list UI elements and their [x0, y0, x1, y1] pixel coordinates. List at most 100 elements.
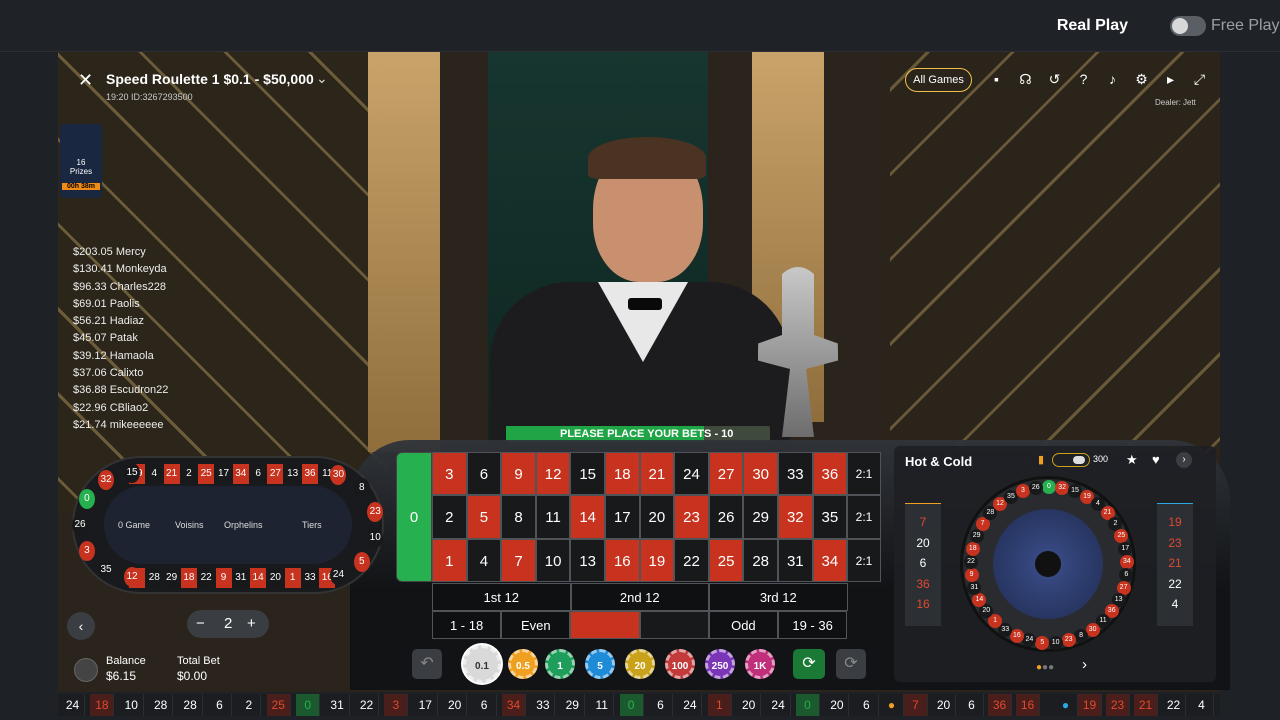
racetrack-number[interactable]: 18 [180, 568, 197, 588]
racetrack-number[interactable]: 6 [250, 464, 267, 484]
history-icon[interactable]: ↺ [1040, 71, 1069, 88]
racetrack-number[interactable]: 32 [98, 469, 114, 490]
next-arrow[interactable]: › [1082, 656, 1087, 673]
bet-number-12[interactable]: 12 [535, 452, 571, 496]
racetrack-number[interactable]: 13 [284, 464, 301, 484]
bet-outside-3[interactable] [570, 611, 640, 639]
bet-dozen-1[interactable]: 1st 12 [432, 583, 571, 611]
close-icon[interactable]: ✕ [78, 70, 93, 91]
racetrack-number[interactable]: 22 [198, 568, 215, 588]
bet-number-15[interactable]: 15 [570, 452, 605, 496]
bet-number-29[interactable]: 29 [743, 495, 778, 539]
bet-number-32[interactable]: 32 [778, 495, 813, 539]
bet-outside-5[interactable]: Odd [708, 611, 778, 639]
racetrack-number[interactable]: 28 [146, 568, 163, 588]
minus-button[interactable]: − [196, 615, 205, 632]
bet-number-1[interactable]: 1 [432, 538, 467, 582]
bet-number-18[interactable]: 18 [605, 452, 640, 496]
racetrack-number[interactable]: 14 [250, 568, 267, 588]
racetrack-number[interactable]: 36 [302, 464, 318, 484]
racetrack-number[interactable]: 29 [163, 568, 180, 588]
racetrack-number[interactable]: 17 [215, 464, 232, 484]
racetrack-number[interactable]: 15 [124, 463, 140, 483]
chevron-down-icon[interactable]: ⌄ [316, 70, 328, 87]
racetrack-number[interactable]: 4 [146, 464, 163, 484]
bet-number-25[interactable]: 25 [708, 538, 744, 582]
chip-0.1[interactable]: 0.1 [463, 645, 501, 683]
racetrack-number[interactable]: 8 [353, 478, 370, 499]
bet-number-21[interactable]: 21 [639, 452, 675, 496]
racetrack-section-4[interactable]: Tiers [302, 520, 322, 530]
settings-icon[interactable]: ⚙ [1127, 71, 1156, 88]
racetrack-number[interactable]: 9 [215, 568, 232, 588]
rebet-button[interactable]: ⟳ [793, 649, 825, 679]
chip-250[interactable]: 250 [705, 649, 735, 679]
play-mode-toggle[interactable] [1170, 16, 1206, 36]
racetrack-number[interactable]: 26 [72, 515, 88, 535]
bet-column-1[interactable]: 2:1 [847, 452, 881, 496]
plus-button[interactable]: + [247, 615, 256, 632]
free-play-label[interactable]: Free Play [1211, 17, 1279, 35]
bet-outside-2[interactable]: Even [501, 611, 571, 639]
racetrack-number[interactable]: 21 [163, 464, 180, 484]
racetrack-section-1[interactable]: 0 Game [118, 520, 150, 530]
racetrack-section-3[interactable]: Orphelins [224, 520, 263, 530]
bet-number-11[interactable]: 11 [535, 495, 571, 539]
help-icon[interactable]: ? [1069, 71, 1098, 87]
bet-number-6[interactable]: 6 [466, 452, 502, 496]
racetrack-number[interactable]: 2 [180, 464, 197, 484]
bet-number-35[interactable]: 35 [812, 495, 848, 539]
racetrack-number[interactable]: 34 [232, 464, 249, 484]
promo-badge[interactable]: 16 Prizes 00h 38m [60, 124, 102, 198]
racetrack-number[interactable]: 33 [302, 568, 318, 588]
racetrack-section-2[interactable]: Voisins [175, 520, 204, 530]
racetrack-number[interactable]: 0 [78, 489, 95, 509]
bet-number-20[interactable]: 20 [639, 495, 675, 539]
racetrack-number[interactable]: 5 [353, 551, 370, 572]
bet-zero[interactable]: 0 [396, 452, 432, 582]
bet-number-3[interactable]: 3 [432, 452, 467, 496]
chip-100[interactable]: 100 [665, 649, 695, 679]
racetrack-number[interactable]: 1 [284, 568, 301, 588]
racetrack-number[interactable]: 27 [267, 464, 284, 484]
bet-outside-6[interactable]: 19 - 36 [778, 611, 848, 639]
bet-number-33[interactable]: 33 [778, 452, 813, 496]
bet-number-8[interactable]: 8 [501, 495, 536, 539]
bet-dozen-3[interactable]: 3rd 12 [709, 583, 848, 611]
star-icon[interactable]: ★ [1126, 452, 1138, 468]
bet-number-16[interactable]: 16 [605, 538, 640, 582]
double-button[interactable]: ⟳ [836, 649, 866, 679]
fullscreen-icon[interactable]: ⤢ [1185, 71, 1214, 88]
chevron-right-icon[interactable]: › [1176, 452, 1192, 468]
bet-number-24[interactable]: 24 [674, 452, 709, 496]
bet-number-30[interactable]: 30 [743, 452, 778, 496]
rounds-slider[interactable] [1052, 453, 1090, 467]
bet-number-2[interactable]: 2 [432, 495, 467, 539]
bet-number-23[interactable]: 23 [674, 495, 709, 539]
bet-number-19[interactable]: 19 [639, 538, 675, 582]
bet-number-36[interactable]: 36 [812, 452, 848, 496]
chip-1K[interactable]: 1K [745, 649, 775, 679]
chip-5[interactable]: 5 [585, 649, 615, 679]
bet-column-2[interactable]: 2:1 [847, 495, 881, 539]
real-play-label[interactable]: Real Play [1057, 17, 1128, 35]
bet-number-27[interactable]: 27 [708, 452, 744, 496]
heart-icon[interactable]: ♥ [1152, 452, 1160, 467]
stats-icon[interactable]: ▮ [1038, 453, 1044, 466]
bet-number-28[interactable]: 28 [743, 538, 778, 582]
video-icon[interactable]: ▸ [1156, 71, 1185, 88]
bet-number-17[interactable]: 17 [605, 495, 640, 539]
undo-button[interactable]: ↶ [412, 649, 442, 679]
headset-icon[interactable]: ☊ [1011, 71, 1040, 88]
bet-number-14[interactable]: 14 [570, 495, 605, 539]
bet-outside-1[interactable]: 1 - 18 [432, 611, 502, 639]
bet-number-26[interactable]: 26 [708, 495, 744, 539]
racetrack-number[interactable]: 3 [78, 541, 95, 561]
bet-number-7[interactable]: 7 [501, 538, 536, 582]
bet-number-22[interactable]: 22 [674, 538, 709, 582]
racetrack-number[interactable]: 20 [267, 568, 284, 588]
chip-0.5[interactable]: 0.5 [508, 649, 538, 679]
bet-number-13[interactable]: 13 [570, 538, 605, 582]
chip-20[interactable]: 20 [625, 649, 655, 679]
racetrack-number[interactable]: 12 [124, 567, 140, 587]
